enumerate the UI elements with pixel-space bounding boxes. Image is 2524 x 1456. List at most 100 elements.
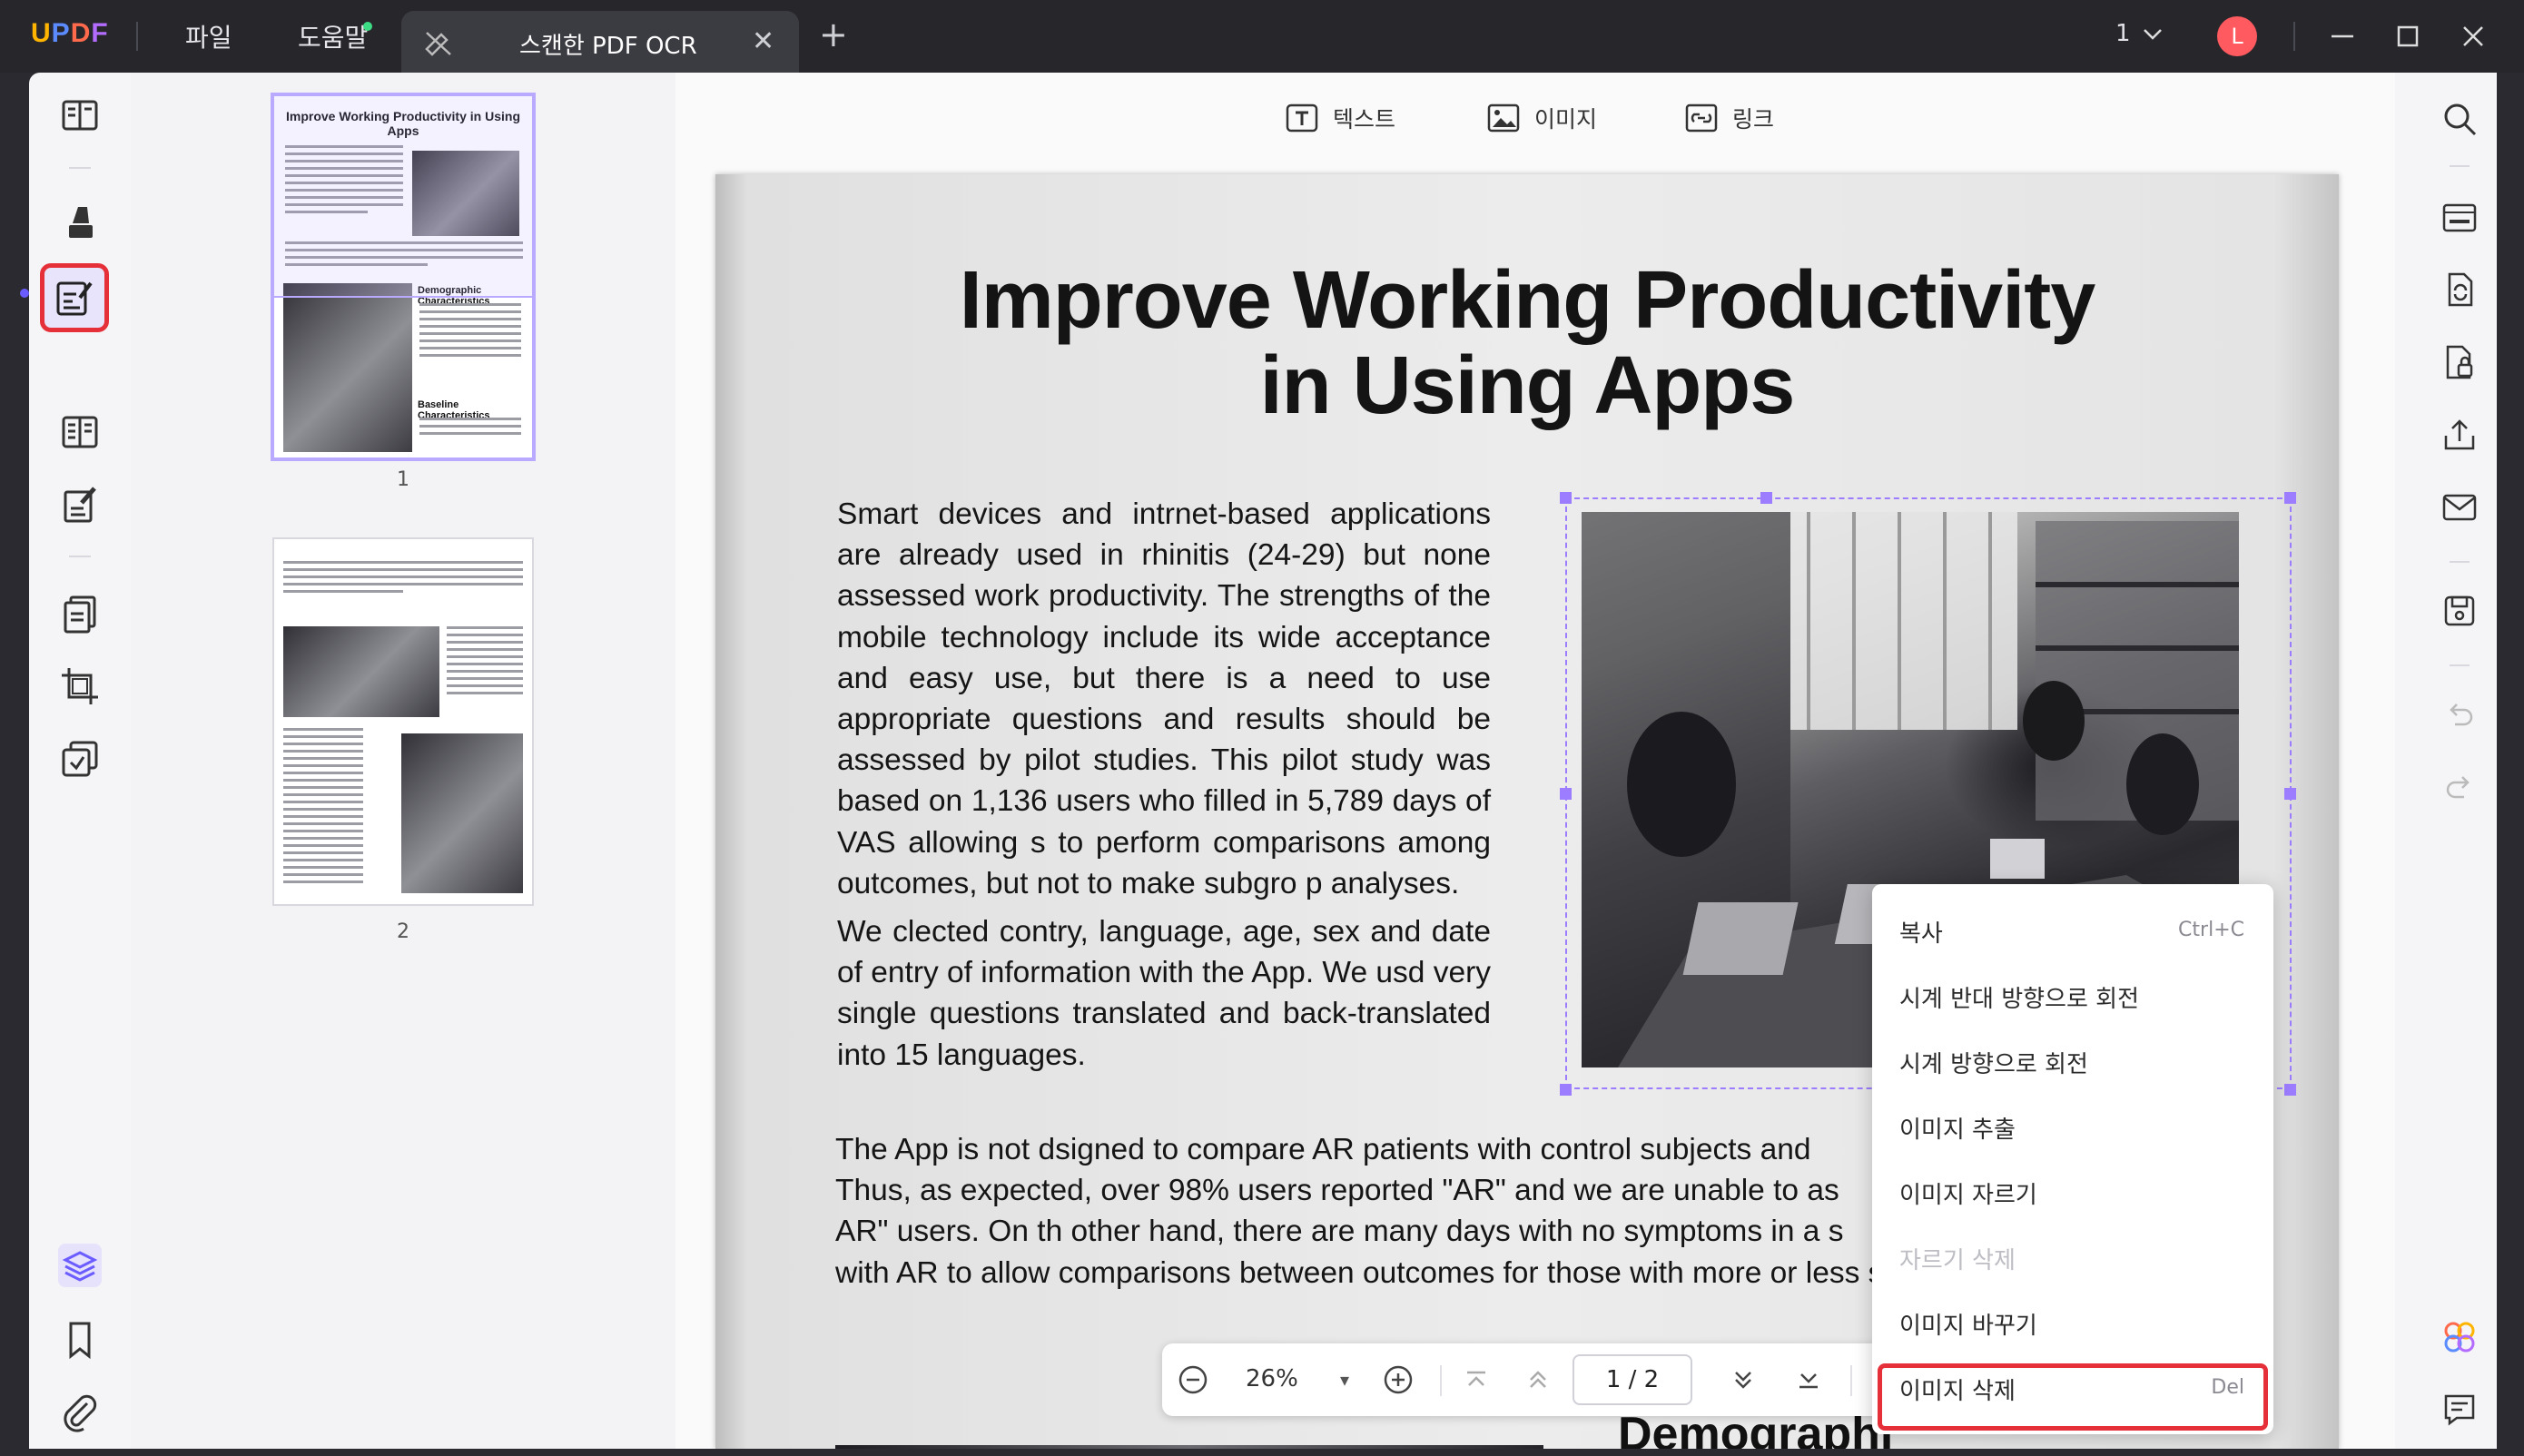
email-icon[interactable] (2440, 488, 2479, 526)
resize-handle[interactable] (1560, 788, 1572, 800)
menu-help[interactable]: 도움말 (298, 18, 368, 54)
maximize-icon[interactable] (2391, 20, 2424, 53)
fill-sign-icon[interactable] (58, 483, 102, 526)
share-icon[interactable] (2440, 416, 2479, 454)
thumbnail-photo (401, 733, 523, 893)
tab-close-icon[interactable]: ✕ (752, 25, 774, 57)
menu-file[interactable]: 파일 (185, 18, 232, 54)
add-image-button[interactable]: 이미지 (1485, 100, 1597, 140)
resize-handle[interactable] (2284, 492, 2296, 504)
rail-separator (2450, 165, 2470, 167)
menu-item-remove-crop: 자르기 삭제 (1872, 1224, 2273, 1289)
thumbnail-text-block (419, 418, 521, 439)
text-box-icon (1286, 103, 1318, 133)
thumbnail-viewport-overlay (274, 96, 532, 298)
bookmark-icon[interactable] (58, 1318, 102, 1362)
resize-handle[interactable] (1760, 492, 1772, 504)
search-icon[interactable] (2440, 100, 2479, 138)
last-page-icon[interactable] (1790, 1362, 1827, 1398)
chevron-down-icon[interactable] (2139, 20, 2166, 47)
document-tab[interactable]: 스캔한 PDF OCR ✕ (401, 11, 799, 73)
window-count[interactable]: 1 (2115, 20, 2131, 47)
resize-handle[interactable] (2284, 788, 2296, 800)
help-notification-dot (363, 22, 372, 31)
menu-item-label: 시계 반대 방향으로 회전 (1899, 986, 2139, 1013)
zoom-in-icon[interactable] (1380, 1362, 1416, 1398)
edit-pdf-icon[interactable] (53, 276, 96, 320)
minimize-icon[interactable] (2326, 20, 2359, 53)
previous-page-icon[interactable] (1520, 1362, 1556, 1398)
nav-separator (1440, 1365, 1442, 1396)
new-tab-icon[interactable]: + (819, 15, 848, 54)
tab-title: 스캔한 PDF OCR (519, 33, 697, 60)
link-icon (1685, 103, 1718, 133)
thumbnail-text-block (283, 561, 523, 597)
highlighter-icon[interactable] (58, 200, 102, 243)
document-title-line-2: in Using Apps (1259, 340, 1796, 431)
add-text-button[interactable]: 텍스트 (1284, 100, 1395, 140)
add-image-label: 이미지 (1534, 106, 1598, 133)
convert-icon[interactable] (2440, 271, 2479, 309)
window-border (2497, 73, 2524, 1456)
ai-assistant-icon[interactable] (2440, 1318, 2479, 1356)
title-separator (2293, 22, 2295, 51)
rail-separator (2450, 664, 2470, 666)
first-page-icon[interactable] (1458, 1362, 1494, 1398)
menu-item-label: 이미지 바꾸기 (1899, 1313, 2037, 1340)
thumbnail-text-block (419, 303, 521, 361)
menu-item-crop-image[interactable]: 이미지 자르기 (1872, 1158, 2273, 1224)
page-thumbnail-2[interactable] (274, 539, 532, 904)
protect-doc-icon[interactable] (2440, 343, 2479, 381)
paragraph-line: Thus, as expected, over 98% users report… (835, 1174, 1839, 1208)
paragraph-line: The App is not dsigned to compare AR pat… (835, 1133, 1811, 1166)
thumbnail-photo (283, 626, 439, 717)
thumbnail-page-number: 2 (397, 920, 409, 943)
reader-icon[interactable] (58, 94, 102, 138)
menu-item-extract-image[interactable]: 이미지 추출 (1872, 1093, 2273, 1158)
attachment-icon[interactable] (58, 1391, 102, 1434)
title-bar: UPDF 파일 도움말 스캔한 PDF OCR ✕ + 1 L (0, 0, 2524, 73)
convert-icon[interactable] (58, 592, 102, 635)
menu-item-label: 이미지 추출 (1899, 1117, 2016, 1144)
crop-icon[interactable] (58, 664, 102, 708)
zoom-level[interactable]: 26% (1246, 1365, 1298, 1392)
menu-item-label: 이미지 자르기 (1899, 1182, 2037, 1209)
rail-separator (69, 556, 91, 557)
undo-icon[interactable] (2440, 695, 2479, 733)
add-link-label: 링크 (1732, 106, 1775, 133)
image-context-menu: 복사 Ctrl+C 시계 반대 방향으로 회전 시계 방향으로 회전 이미지 추출… (1872, 884, 2273, 1434)
body-paragraph-3[interactable]: The App is not dsigned to compare AR pat… (835, 1129, 1925, 1294)
edit-pdf-tool-highlight[interactable] (40, 263, 109, 332)
redo-icon[interactable] (2440, 768, 2479, 806)
page-number-input[interactable]: 1 / 2 (1573, 1354, 1692, 1405)
save-icon[interactable] (2440, 592, 2479, 630)
organize-icon[interactable] (58, 410, 102, 454)
body-paragraph-2[interactable]: We clected contry, language, age, sex an… (837, 911, 1491, 1076)
edit-mode-icon (425, 32, 451, 56)
menu-item-rotate-counterclockwise[interactable]: 시계 반대 방향으로 회전 (1872, 962, 2273, 1028)
resize-handle[interactable] (1560, 1084, 1572, 1096)
next-page-icon[interactable] (1725, 1362, 1761, 1398)
page-thumbnail-1[interactable]: Improve Working Productivity in Using Ap… (274, 96, 532, 457)
close-window-icon[interactable] (2457, 20, 2489, 53)
resize-handle[interactable] (1560, 492, 1572, 504)
menu-item-replace-image[interactable]: 이미지 바꾸기 (1872, 1289, 2273, 1354)
add-link-button[interactable]: 링크 (1683, 100, 1774, 140)
protect-icon[interactable] (58, 737, 102, 781)
menu-item-rotate-clockwise[interactable]: 시계 방향으로 회전 (1872, 1028, 2273, 1093)
page-navigation-bar: 26% ▾ 1 / 2 › (1162, 1343, 1907, 1416)
zoom-out-icon[interactable] (1175, 1362, 1211, 1398)
layers-icon[interactable] (58, 1244, 102, 1287)
user-avatar[interactable]: L (2217, 16, 2257, 56)
document-title[interactable]: Improve Working Productivity in Using Ap… (715, 258, 2339, 428)
thumbnail-page-number: 1 (397, 468, 409, 491)
menu-item-copy[interactable]: 복사 Ctrl+C (1872, 897, 2273, 962)
zoom-dropdown-icon[interactable]: ▾ (1340, 1369, 1349, 1391)
nav-separator (1850, 1365, 1852, 1396)
active-tool-indicator (20, 289, 29, 298)
resize-handle[interactable] (2284, 1084, 2296, 1096)
image-icon (1487, 103, 1520, 133)
ocr-icon[interactable] (2440, 198, 2479, 236)
body-paragraph-1[interactable]: Smart devices and intrnet-based applicat… (837, 494, 1491, 904)
comment-icon[interactable] (2440, 1391, 2479, 1429)
